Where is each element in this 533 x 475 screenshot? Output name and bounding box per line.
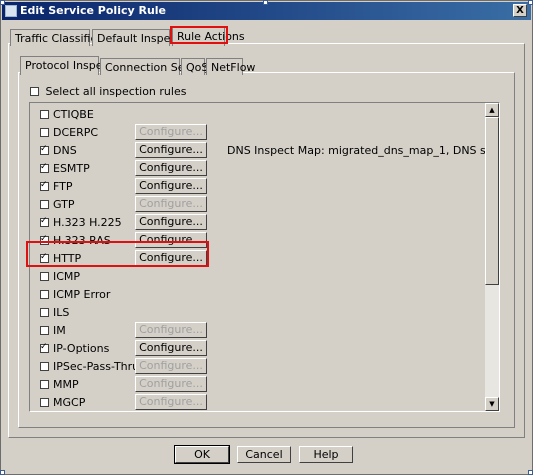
- scroll-down-icon[interactable]: ▼: [485, 397, 499, 411]
- protocol-checkbox[interactable]: [40, 272, 49, 281]
- help-button[interactable]: Help: [299, 446, 353, 463]
- inspection-row-ftp[interactable]: FTP Configure...: [30, 177, 485, 195]
- protocol-label: MMP: [53, 378, 79, 391]
- tab-connection-settings[interactable]: Connection Settings: [100, 58, 216, 75]
- protocol-checkbox[interactable]: [40, 162, 49, 173]
- tab-traffic-classification[interactable]: Traffic Classification: [10, 29, 124, 46]
- vertical-scrollbar[interactable]: ▲ ▼: [485, 103, 499, 411]
- protocol-label: IP-Options: [53, 342, 110, 355]
- inspection-row-gtp[interactable]: GTP Configure...: [30, 195, 485, 213]
- inspection-row-ils[interactable]: ILS: [30, 303, 485, 321]
- configure-button[interactable]: Configure...: [135, 178, 207, 194]
- protocol-label: GTP: [53, 198, 75, 211]
- ok-button[interactable]: OK: [174, 445, 230, 464]
- scroll-up-icon[interactable]: ▲: [485, 103, 499, 117]
- protocol-checkbox[interactable]: [40, 128, 49, 137]
- protocol-label: ESMTP: [53, 162, 90, 175]
- configure-button[interactable]: Configure...: [135, 142, 207, 158]
- close-button[interactable]: X: [513, 4, 527, 17]
- inspection-row-mgcp[interactable]: MGCP Configure...: [30, 393, 485, 411]
- protocol-checkbox[interactable]: [40, 110, 49, 119]
- resize-handle-top-right[interactable]: [528, 0, 533, 5]
- configure-button: Configure...: [135, 322, 207, 338]
- protocol-checkbox[interactable]: [40, 308, 49, 317]
- protocol-label: IM: [53, 324, 66, 337]
- protocol-checkbox[interactable]: [40, 144, 49, 155]
- inspection-row-ipsec-pass-thru[interactable]: IPSec-Pass-Thru Configure...: [30, 357, 485, 375]
- protocol-label: MGCP: [53, 396, 86, 409]
- tab-netflow[interactable]: NetFlow: [206, 58, 255, 75]
- inspection-row-icmp[interactable]: ICMP: [30, 267, 485, 285]
- configure-button[interactable]: Configure...: [135, 160, 207, 176]
- protocol-label: ICMP: [53, 270, 81, 283]
- configure-button: Configure...: [135, 376, 207, 392]
- cancel-button[interactable]: Cancel: [237, 446, 291, 463]
- resize-handle-top-left[interactable]: [0, 0, 5, 5]
- tab-default-inspections[interactable]: Default Inspections: [92, 29, 203, 46]
- protocol-checkbox[interactable]: [40, 290, 49, 299]
- scroll-thumb[interactable]: [485, 117, 499, 285]
- inspection-row-mmp[interactable]: MMP Configure...: [30, 375, 485, 393]
- protocol-label: ICMP Error: [53, 288, 111, 301]
- select-all-checkbox[interactable]: [30, 86, 39, 96]
- protocol-checkbox[interactable]: [40, 398, 49, 407]
- inspection-row-im[interactable]: IM Configure...: [30, 321, 485, 339]
- configure-button: Configure...: [135, 124, 207, 140]
- protocol-label: CTIQBE: [53, 108, 94, 121]
- protocol-checkbox[interactable]: [40, 180, 49, 191]
- protocol-checkbox[interactable]: [40, 380, 49, 389]
- inspection-row-h-323-h-225[interactable]: H.323 H.225 Configure...: [30, 213, 485, 231]
- configure-button: Configure...: [135, 394, 207, 410]
- protocol-label: H.323 H.225: [53, 216, 122, 229]
- app-icon: [5, 5, 17, 17]
- configure-button[interactable]: Configure...: [135, 214, 207, 230]
- resize-handle-bottom-left[interactable]: [0, 470, 5, 475]
- protocol-label: DNS: [53, 144, 77, 157]
- inspection-row-dcerpc[interactable]: DCERPC Configure...: [30, 123, 485, 141]
- protocol-checkbox[interactable]: [40, 200, 49, 209]
- inspection-row-ctiqbe[interactable]: CTIQBE: [30, 105, 485, 123]
- protocol-label: IPSec-Pass-Thru: [53, 360, 140, 373]
- protocol-label: DCERPC: [53, 126, 99, 139]
- tab-qos[interactable]: QoS: [181, 58, 208, 75]
- inspection-row-dns[interactable]: DNS Configure... DNS Inspect Map: migrated…: [30, 141, 499, 159]
- select-all-label: Select all inspection rules: [45, 84, 187, 98]
- select-all-row[interactable]: Select all inspection rules: [30, 84, 186, 98]
- dialog-title: Edit Service Policy Rule: [20, 4, 167, 17]
- inspection-row-netbios[interactable]: NETBIOSConfigure...: [30, 411, 485, 412]
- tab-protocol-inspection[interactable]: Protocol Inspection: [20, 56, 130, 75]
- protocol-checkbox[interactable]: [40, 342, 49, 353]
- highlight-http-row: [26, 241, 209, 267]
- configure-button[interactable]: Configure...: [135, 340, 207, 356]
- configure-button: Configure...: [135, 358, 207, 374]
- protocol-description: DNS Inspect Map: migrated_dns_map_1, DNS…: [227, 144, 499, 157]
- protocol-label: FTP: [53, 180, 73, 193]
- inspection-row-esmtp[interactable]: ESMTP Configure...: [30, 159, 485, 177]
- protocol-checkbox[interactable]: [40, 216, 49, 227]
- resize-handle-top[interactable]: [263, 0, 268, 5]
- inspection-row-icmp-error[interactable]: ICMP Error: [30, 285, 485, 303]
- highlight-rule-actions: [170, 26, 228, 44]
- resize-handle-bottom-right[interactable]: [528, 470, 533, 475]
- inspection-row-ip-options[interactable]: IP-Options Configure...: [30, 339, 485, 357]
- protocol-checkbox[interactable]: [40, 362, 49, 371]
- protocol-checkbox[interactable]: [40, 326, 49, 335]
- configure-button: Configure...: [135, 196, 207, 212]
- protocol-label: ILS: [53, 306, 70, 319]
